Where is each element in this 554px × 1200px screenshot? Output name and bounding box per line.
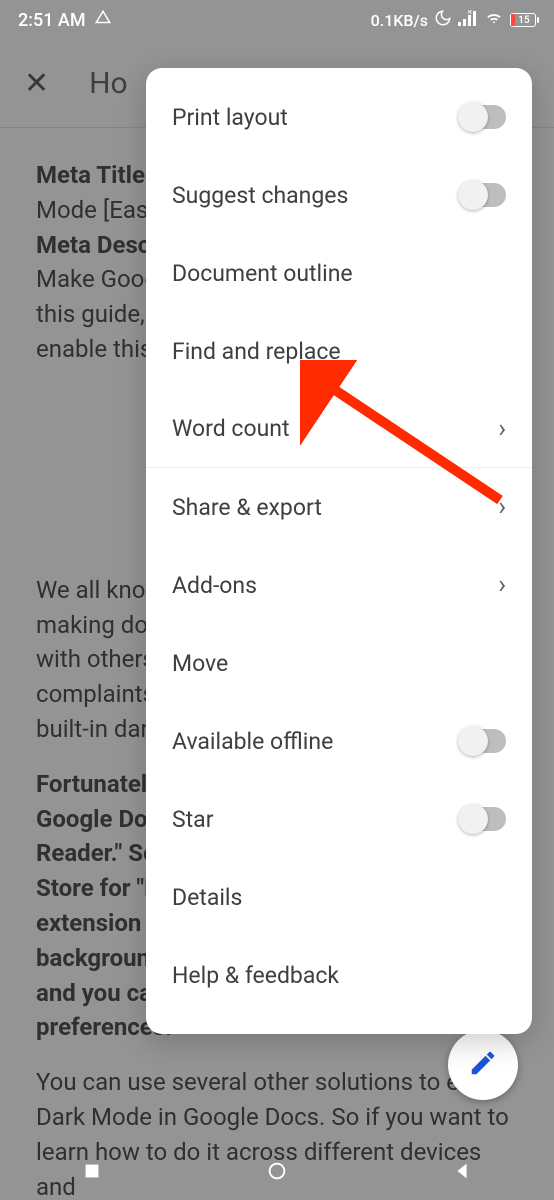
chevron-right-icon: › — [498, 570, 506, 600]
overflow-menu: Print layout Suggest changes Document ou… — [146, 68, 532, 1034]
drive-icon — [94, 9, 112, 32]
signal-icon: R — [458, 10, 478, 30]
menu-star[interactable]: Star — [146, 780, 532, 858]
menu-suggest-changes[interactable]: Suggest changes — [146, 156, 532, 234]
toggle-print-layout[interactable] — [460, 105, 506, 129]
menu-move[interactable]: Move — [146, 624, 532, 702]
status-time: 2:51 AM — [18, 10, 86, 31]
dnd-icon — [434, 9, 452, 31]
menu-find-replace[interactable]: Find and replace — [146, 312, 532, 390]
chevron-right-icon: › — [498, 414, 506, 444]
nav-back-icon[interactable] — [451, 1160, 473, 1186]
menu-document-outline[interactable]: Document outline — [146, 234, 532, 312]
menu-share-export[interactable]: Share & export › — [146, 468, 532, 546]
nav-recent-icon[interactable] — [81, 1160, 103, 1186]
toggle-available-offline[interactable] — [460, 729, 506, 753]
menu-available-offline[interactable]: Available offline — [146, 702, 532, 780]
menu-word-count[interactable]: Word count › — [146, 390, 532, 468]
chevron-right-icon: › — [498, 492, 506, 522]
toggle-star[interactable] — [460, 807, 506, 831]
menu-details[interactable]: Details — [146, 858, 532, 936]
menu-addons[interactable]: Add-ons › — [146, 546, 532, 624]
battery-icon: 15 — [510, 13, 536, 27]
svg-text:R: R — [468, 10, 472, 16]
nav-home-icon[interactable] — [266, 1160, 288, 1186]
toggle-suggest-changes[interactable] — [460, 183, 506, 207]
status-bar: 2:51 AM 0.1KB/s R 15 — [0, 0, 554, 40]
menu-help-feedback[interactable]: Help & feedback — [146, 936, 532, 1014]
wifi-icon — [484, 10, 504, 30]
edit-fab[interactable] — [448, 1030, 518, 1100]
android-navbar — [0, 1146, 554, 1200]
screen: ✕ Ho Meta Title: How to Mode [Easy Guide… — [0, 0, 554, 1200]
pencil-icon — [468, 1048, 498, 1082]
menu-print-layout[interactable]: Print layout — [146, 78, 532, 156]
net-speed: 0.1KB/s — [371, 11, 428, 30]
